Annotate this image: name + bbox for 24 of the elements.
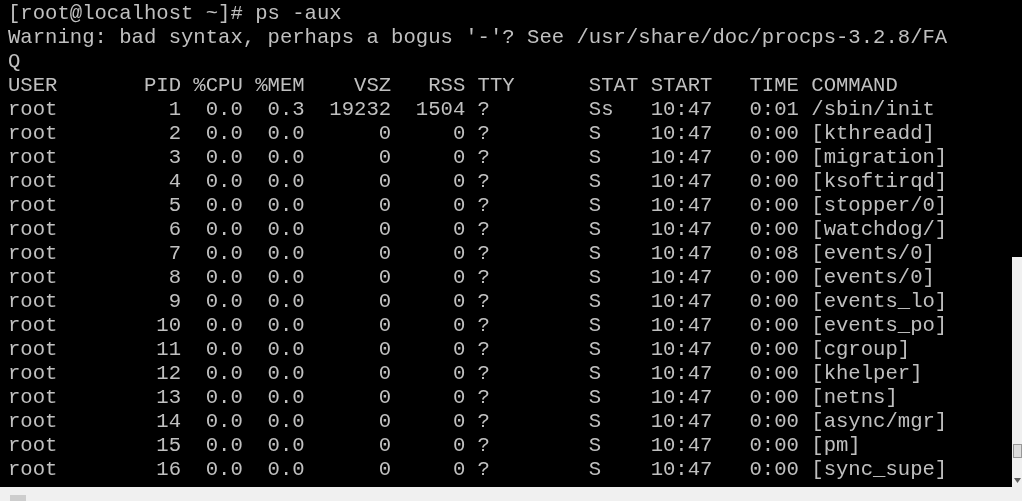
terminal-line: root 16 0.0 0.0 0 0 ? S 10:47 0:00 [sync_supe] xyxy=(8,458,948,482)
terminal-line: root 5 0.0 0.0 0 0 ? S 10:47 0:00 [stopper/0] xyxy=(8,194,948,218)
terminal-line: root 11 0.0 0.0 0 0 ? S 10:47 0:00 [cgroup] xyxy=(8,338,911,362)
terminal-line: root 15 0.0 0.0 0 0 ? S 10:47 0:00 [pm] xyxy=(8,434,861,458)
terminal-line: root 3 0.0 0.0 0 0 ? S 10:47 0:00 [migration] xyxy=(8,146,948,170)
terminal-line: root 6 0.0 0.0 0 0 ? S 10:47 0:00 [watchdog/] xyxy=(8,218,948,242)
terminal-line: root 7 0.0 0.0 0 0 ? S 10:47 0:08 [events/0] xyxy=(8,242,935,266)
terminal-line: root 8 0.0 0.0 0 0 ? S 10:47 0:00 [events/0] xyxy=(8,266,935,290)
terminal-line: Q xyxy=(8,50,21,74)
terminal-line: USER PID %CPU %MEM VSZ RSS TTY STAT START TIME COMMAND xyxy=(8,74,898,98)
terminal-line: root 1 0.0 0.3 19232 1504 ? Ss 10:47 0:01 /sbin/init xyxy=(8,98,935,122)
terminal-line: root 10 0.0 0.0 0 0 ? S 10:47 0:00 [events_po] xyxy=(8,314,948,338)
scroll-down-arrow-icon[interactable] xyxy=(1013,478,1021,483)
terminal-line: root 9 0.0 0.0 0 0 ? S 10:47 0:00 [events_lo] xyxy=(8,290,948,314)
terminal-line: root 13 0.0 0.0 0 0 ? S 10:47 0:00 [netns] xyxy=(8,386,898,410)
terminal-line: Warning: bad syntax, perhaps a bogus '-'? See /usr/share/doc/procps-3.2.8/FA xyxy=(8,26,948,50)
terminal-line: [root@localhost ~]# ps -aux xyxy=(8,2,342,26)
vertical-scrollbar[interactable] xyxy=(1012,257,1022,487)
terminal-line: root 12 0.0 0.0 0 0 ? S 10:47 0:00 [khelper] xyxy=(8,362,923,386)
scroll-thumb[interactable] xyxy=(10,495,26,501)
scroll-thumb[interactable] xyxy=(1012,444,1022,458)
terminal-line: root 4 0.0 0.0 0 0 ? S 10:47 0:00 [ksoftirqd] xyxy=(8,170,948,194)
terminal-line: root 14 0.0 0.0 0 0 ? S 10:47 0:00 [async/mgr] xyxy=(8,410,948,434)
terminal-line: root 2 0.0 0.0 0 0 ? S 10:47 0:00 [kthreadd] xyxy=(8,122,935,146)
